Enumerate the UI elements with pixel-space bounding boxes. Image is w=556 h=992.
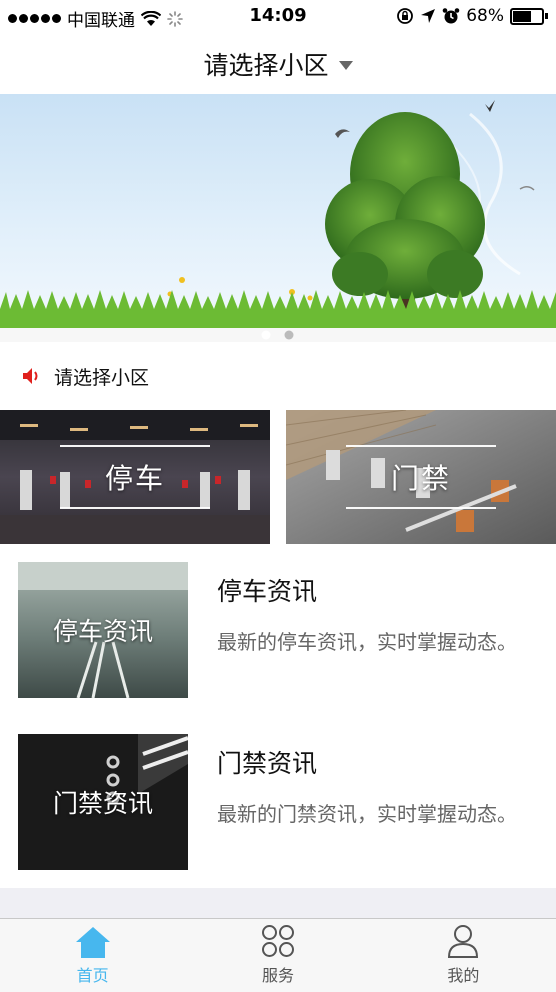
tab-services[interactable]: 服务	[185, 919, 370, 992]
parking-tile-label: 停车	[104, 462, 165, 495]
news-thumbnail: 门禁资讯	[18, 734, 188, 870]
caption-bottom-line	[346, 507, 496, 509]
access-tile-label: 门禁	[390, 462, 451, 495]
access-tile-caption: 门禁	[346, 445, 496, 509]
location-arrow-icon	[421, 9, 436, 23]
tab-services-label: 服务	[261, 966, 294, 985]
battery-percent: 68%	[466, 6, 504, 26]
parking-tile[interactable]: 停车	[0, 410, 270, 544]
alarm-icon	[442, 8, 460, 24]
caption-top-line	[346, 445, 496, 447]
tab-home-label: 首页	[76, 966, 109, 985]
news-item-parking[interactable]: 停车资讯 停车资讯 最新的停车资讯，实时掌握动态。	[0, 544, 556, 717]
news-thumb-label: 门禁资讯	[52, 789, 153, 818]
profile-icon	[448, 925, 479, 958]
tab-home[interactable]: 首页	[0, 919, 185, 992]
caption-bottom-line	[60, 507, 210, 509]
notice-bar[interactable]: 请选择小区	[0, 342, 556, 410]
news-description: 最新的门禁资讯，实时掌握动态。	[217, 802, 517, 826]
status-bar: 中国联通 14:09 68%	[0, 0, 556, 34]
status-right: 68%	[396, 6, 548, 26]
banner-image	[0, 94, 556, 342]
parking-tile-caption: 停车	[60, 445, 210, 509]
carousel-dot-2[interactable]	[284, 330, 294, 340]
news-title: 停车资讯	[217, 577, 318, 606]
news-item-access[interactable]: 门禁资讯 门禁资讯 最新的门禁资讯，实时掌握动态。	[0, 716, 556, 889]
news-description: 最新的停车资讯，实时掌握动态。	[217, 630, 517, 654]
tab-bar: 首页 服务 我的	[0, 918, 556, 992]
tab-profile-label: 我的	[447, 966, 480, 985]
rotation-lock-icon	[397, 8, 414, 24]
page-title: 请选择小区	[203, 51, 329, 80]
carousel-dot-1[interactable]	[261, 330, 271, 340]
home-icon	[75, 927, 110, 958]
dropdown-caret-icon	[338, 60, 353, 70]
battery-icon	[510, 7, 548, 25]
community-selector[interactable]: 请选择小区	[0, 34, 556, 94]
access-control-tile[interactable]: 门禁	[286, 410, 556, 544]
speaker-icon	[23, 368, 38, 384]
services-grid-icon	[261, 925, 294, 957]
news-title: 门禁资讯	[217, 749, 318, 778]
news-thumbnail: 停车资讯	[18, 562, 188, 698]
tab-profile[interactable]: 我的	[371, 919, 556, 992]
content-bottom-spacer	[0, 888, 556, 918]
notice-text: 请选择小区	[54, 366, 150, 389]
caption-top-line	[60, 445, 210, 447]
news-thumb-label: 停车资讯	[52, 617, 153, 646]
banner-carousel[interactable]	[0, 94, 556, 342]
